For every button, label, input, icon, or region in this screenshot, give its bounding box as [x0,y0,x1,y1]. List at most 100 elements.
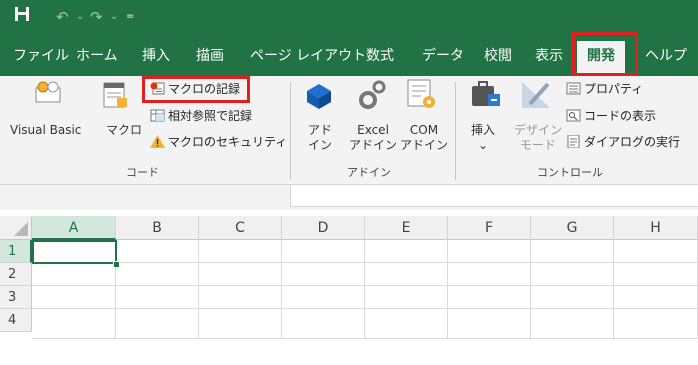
com-addin-icon [405,78,437,114]
cell[interactable] [116,240,199,263]
cell[interactable] [282,309,365,339]
cell[interactable] [531,263,614,286]
view-code-button[interactable]: コードの表示 [566,107,656,125]
tab-home[interactable]: ホーム [76,44,118,68]
cell[interactable] [282,286,365,309]
excel-addins-label-line2: アドイン [349,138,398,152]
undo-dropdown-icon[interactable]: ⌄ [76,6,84,28]
cell[interactable] [531,286,614,309]
code-group-label: コード [126,166,159,179]
cell[interactable] [282,263,365,286]
tab-file[interactable]: ファイル [13,44,69,68]
properties-label: プロパティ [584,82,644,96]
cell[interactable] [365,286,448,309]
properties-button[interactable]: プロパティ [566,80,643,98]
cell[interactable] [365,309,448,339]
cell[interactable] [199,240,282,263]
macro-button[interactable]: マクロ [106,123,142,138]
relative-reference-button[interactable]: 相対参照で記録 [150,107,252,125]
chevron-down-icon: ⌄ [477,138,489,152]
tab-data[interactable]: データ [422,44,464,68]
excel-addins-label-line1: Excel [357,123,389,137]
view-code-label: コードの表示 [584,109,657,123]
cell[interactable] [448,263,531,286]
tab-review[interactable]: 校閲 [484,44,512,68]
row-header[interactable]: 3 [0,286,32,309]
cell[interactable] [199,309,282,339]
fill-handle[interactable] [113,261,120,268]
redo-icon[interactable]: ↷ [90,6,103,28]
relative-reference-label: 相対参照で記録 [168,109,253,123]
tab-draw[interactable]: 描画 [196,44,224,68]
row-header[interactable]: 1 [0,240,32,263]
addins-button[interactable]: アド イン [308,123,332,153]
cell[interactable] [116,286,199,309]
row-header[interactable]: 4 [0,309,32,332]
cell[interactable] [32,286,116,309]
insert-control-label: 挿入 [471,123,496,137]
column-header[interactable]: D [282,216,365,240]
tab-page-layout[interactable]: ページ レイアウト [250,44,366,68]
column-header[interactable]: C [199,216,282,240]
addin-icon [304,82,334,114]
column-header[interactable]: E [365,216,448,240]
cell[interactable] [116,263,199,286]
excel-addins-button[interactable]: Excel アドイン [349,123,397,153]
cell[interactable] [448,309,531,339]
visual-basic-icon [34,80,62,108]
cell[interactable] [32,309,116,339]
ribbon: Visual Basic マクロ マクロの記録 相対参照で記録 マクロのセキュリ… [0,76,698,185]
record-macro-highlight [142,76,250,103]
warning-icon [150,135,165,148]
addins-label-line2: イン [308,138,333,152]
tab-view[interactable]: 表示 [535,44,563,68]
cell[interactable] [614,309,698,339]
active-cell-a1[interactable] [32,240,117,264]
tab-help[interactable]: ヘルプ [645,44,687,68]
relative-reference-icon [150,109,165,122]
tab-insert[interactable]: 挿入 [142,44,170,68]
cell[interactable] [614,240,698,263]
addins-group-label: アドイン [347,166,391,179]
design-mode-button[interactable]: デザイン モード [514,123,562,153]
macro-security-button[interactable]: マクロのセキュリティ [150,133,287,151]
developer-tab-highlight [572,32,638,76]
cell[interactable] [531,240,614,263]
cell[interactable] [199,263,282,286]
cell[interactable] [365,263,448,286]
cell[interactable] [116,309,199,339]
select-all-button[interactable] [0,216,32,240]
properties-icon [566,82,581,95]
cell[interactable] [365,240,448,263]
design-mode-icon [520,80,552,114]
cell[interactable] [448,240,531,263]
cell[interactable] [32,263,116,286]
com-addins-label-line1: COM [409,123,439,137]
visual-basic-button[interactable]: Visual Basic [10,123,81,138]
cell[interactable] [448,286,531,309]
redo-dropdown-icon[interactable]: ⌄ [110,6,118,28]
column-header[interactable]: F [448,216,531,240]
view-code-icon [566,109,581,122]
column-header[interactable]: A [32,216,116,240]
column-header[interactable]: H [614,216,698,240]
group-separator [290,82,291,180]
design-mode-label-line2: モード [520,138,557,152]
save-icon[interactable] [14,6,30,28]
customize-qat-icon[interactable]: = [126,6,134,28]
cell[interactable] [614,263,698,286]
cell[interactable] [614,286,698,309]
com-addins-button[interactable]: COM アドイン [400,123,448,153]
cell[interactable] [199,286,282,309]
column-header[interactable]: G [531,216,614,240]
formula-input[interactable] [290,185,698,207]
run-dialog-label: ダイアログの実行 [584,135,681,149]
column-header[interactable]: B [116,216,199,240]
cell[interactable] [282,240,365,263]
tab-formulas[interactable]: 数式 [366,44,394,68]
run-dialog-button[interactable]: ダイアログの実行 [566,133,680,151]
cell[interactable] [531,309,614,339]
insert-control-button[interactable]: 挿入 ⌄ [471,123,495,153]
row-header[interactable]: 2 [0,263,32,286]
undo-icon[interactable]: ↶ [56,6,69,28]
